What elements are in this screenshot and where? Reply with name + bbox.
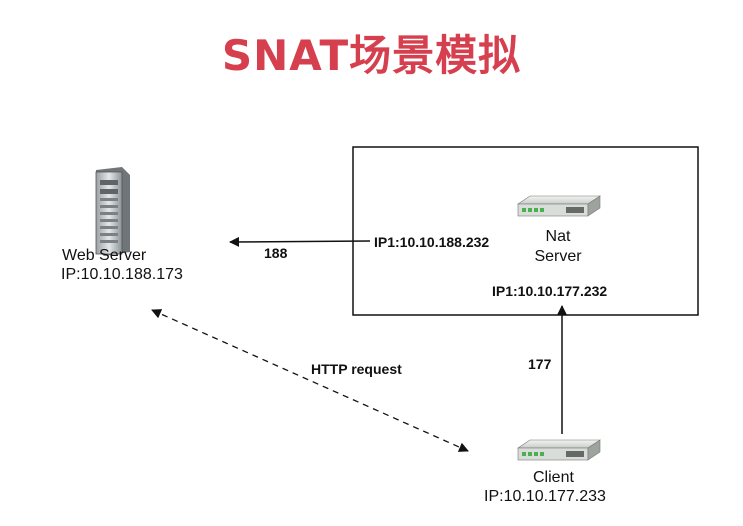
nat-server-name-line2: Server [534,248,582,265]
network-switch-icon [517,439,601,461]
arrow-nat-to-web [229,236,371,247]
nat-ip2-label: IP1:10.10.177.232 [492,283,608,299]
web-server-name: Web Server [62,247,147,264]
client-name: Client [533,469,574,486]
link-label-188: 188 [264,245,288,261]
network-switch-icon [517,195,601,217]
client-ip: IP:10.10.177.233 [484,488,606,505]
link-label-http-request: HTTP request [311,361,402,377]
server-tower-icon [95,167,130,256]
nat-ip1-label: IP1:10.10.188.232 [374,234,490,250]
web-server-ip: IP:10.10.188.173 [61,266,183,283]
link-label-177: 177 [528,356,552,372]
nat-server-name-line1: Nat [545,228,571,245]
arrow-http-request [151,309,469,452]
